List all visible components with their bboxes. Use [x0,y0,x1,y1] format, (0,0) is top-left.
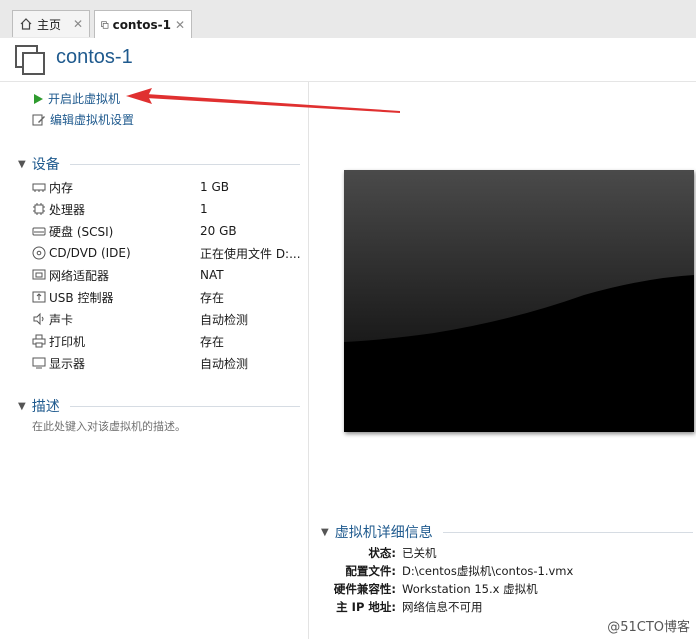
device-name: 处理器 [49,202,86,217]
device-row-usb[interactable]: USB 控制器 存在 [32,286,302,308]
detail-value: Workstation 15.x 虚拟机 [402,582,538,596]
device-value: 1 [200,202,208,216]
detail-row-compatibility: 硬件兼容性: Workstation 15.x 虚拟机 [321,580,693,598]
preview-gradient-shape [344,170,694,432]
device-value: 自动检测 [200,312,249,327]
edit-settings-label: 编辑虚拟机设置 [50,113,135,127]
vm-details: 状态: 已关机 配置文件: D:\centos虚拟机\contos-1.vmx … [321,544,693,616]
hard-disk-icon [32,227,46,236]
right-pane: ▼ 虚拟机详细信息 状态: 已关机 配置文件: D:\centos虚拟机\con… [309,82,696,639]
power-on-label: 开启此虚拟机 [48,92,121,106]
device-name: CD/DVD (IDE) [49,246,131,260]
title-area: contos-1 [0,38,696,82]
page-title: contos-1 [56,46,133,68]
printer-icon [32,334,46,348]
tab-home-label: 主页 [37,17,62,32]
watermark: @51CTO博客 [607,620,690,635]
cd-dvd-icon [32,246,46,260]
edit-settings-icon [32,114,45,125]
device-row-network[interactable]: 网络适配器 NAT [32,264,302,286]
device-value: 1 GB [200,180,229,194]
divider [69,163,300,165]
edit-settings-button[interactable]: 编辑虚拟机设置 [32,111,134,128]
device-value: 20 GB [200,224,237,238]
vm-icon [101,20,109,29]
left-pane: 开启此虚拟机 编辑虚拟机设置 ▼ 设备 内存 1 GB 处理器 1 硬盘 (SC… [0,82,309,639]
tab-bar: 主页 ✕ contos-1 ✕ [0,0,696,39]
display-icon [32,357,46,369]
collapse-caret-icon: ▼ [18,158,26,170]
vm-icon [15,45,45,75]
device-row-printer[interactable]: 打印机 存在 [32,330,302,352]
description-field[interactable]: 在此处键入对该虚拟机的描述。 [32,418,186,434]
collapse-caret-icon: ▼ [18,400,26,412]
processor-icon [33,203,45,215]
tab-vm-label: contos-1 [112,17,171,32]
detail-value: 已关机 [402,546,437,560]
device-row-cd-dvd[interactable]: CD/DVD (IDE) 正在使用文件 D:... [32,242,302,264]
vm-preview-screen[interactable] [344,170,694,432]
devices-section-header[interactable]: ▼ 设备 [18,154,300,174]
details-section-header[interactable]: ▼ 虚拟机详细信息 [321,522,693,542]
devices-title: 设备 [31,157,60,173]
detail-value: 网络信息不可用 [402,600,483,614]
divider [442,531,693,533]
device-list: 内存 1 GB 处理器 1 硬盘 (SCSI) 20 GB CD/DVD (ID… [32,176,302,374]
device-value: 正在使用文件 D:... [200,246,300,261]
usb-icon [32,291,46,303]
description-title: 描述 [31,399,60,415]
details-title: 虚拟机详细信息 [334,525,433,541]
memory-icon [32,183,46,192]
detail-row-status: 状态: 已关机 [321,544,693,562]
device-row-processor[interactable]: 处理器 1 [32,198,302,220]
sound-card-icon [33,312,44,326]
detail-label: 配置文件: [345,564,396,578]
detail-row-ip: 主 IP 地址: 网络信息不可用 [321,598,693,616]
collapse-caret-icon: ▼ [321,526,329,538]
detail-value: D:\centos虚拟机\contos-1.vmx [402,564,574,578]
device-name: 内存 [49,180,74,195]
divider [69,405,300,407]
device-value: NAT [200,268,224,282]
close-icon[interactable]: ✕ [73,17,83,31]
device-name: 打印机 [49,334,86,349]
device-value: 存在 [200,334,225,349]
device-name: 网络适配器 [49,268,110,283]
network-adapter-icon [32,269,46,280]
detail-label: 主 IP 地址: [336,600,396,614]
device-row-memory[interactable]: 内存 1 GB [32,176,302,198]
tab-contos-1[interactable]: contos-1 ✕ [94,10,192,38]
close-icon[interactable]: ✕ [175,18,185,32]
home-icon [20,18,32,30]
device-name: 声卡 [49,312,74,327]
device-value: 存在 [200,290,225,305]
detail-label: 状态: [368,546,396,560]
device-row-display[interactable]: 显示器 自动检测 [32,352,302,374]
device-name: 显示器 [49,356,86,371]
description-section-header[interactable]: ▼ 描述 [18,396,300,416]
device-name: 硬盘 (SCSI) [49,224,114,239]
detail-label: 硬件兼容性: [333,582,396,596]
device-row-hard-disk[interactable]: 硬盘 (SCSI) 20 GB [32,220,302,242]
detail-row-config-file: 配置文件: D:\centos虚拟机\contos-1.vmx [321,562,693,580]
device-row-sound[interactable]: 声卡 自动检测 [32,308,302,330]
power-on-button[interactable]: 开启此虚拟机 [32,90,120,107]
device-name: USB 控制器 [49,290,114,305]
play-icon [34,93,43,104]
device-value: 自动检测 [200,356,249,371]
tab-home[interactable]: 主页 ✕ [12,10,90,37]
